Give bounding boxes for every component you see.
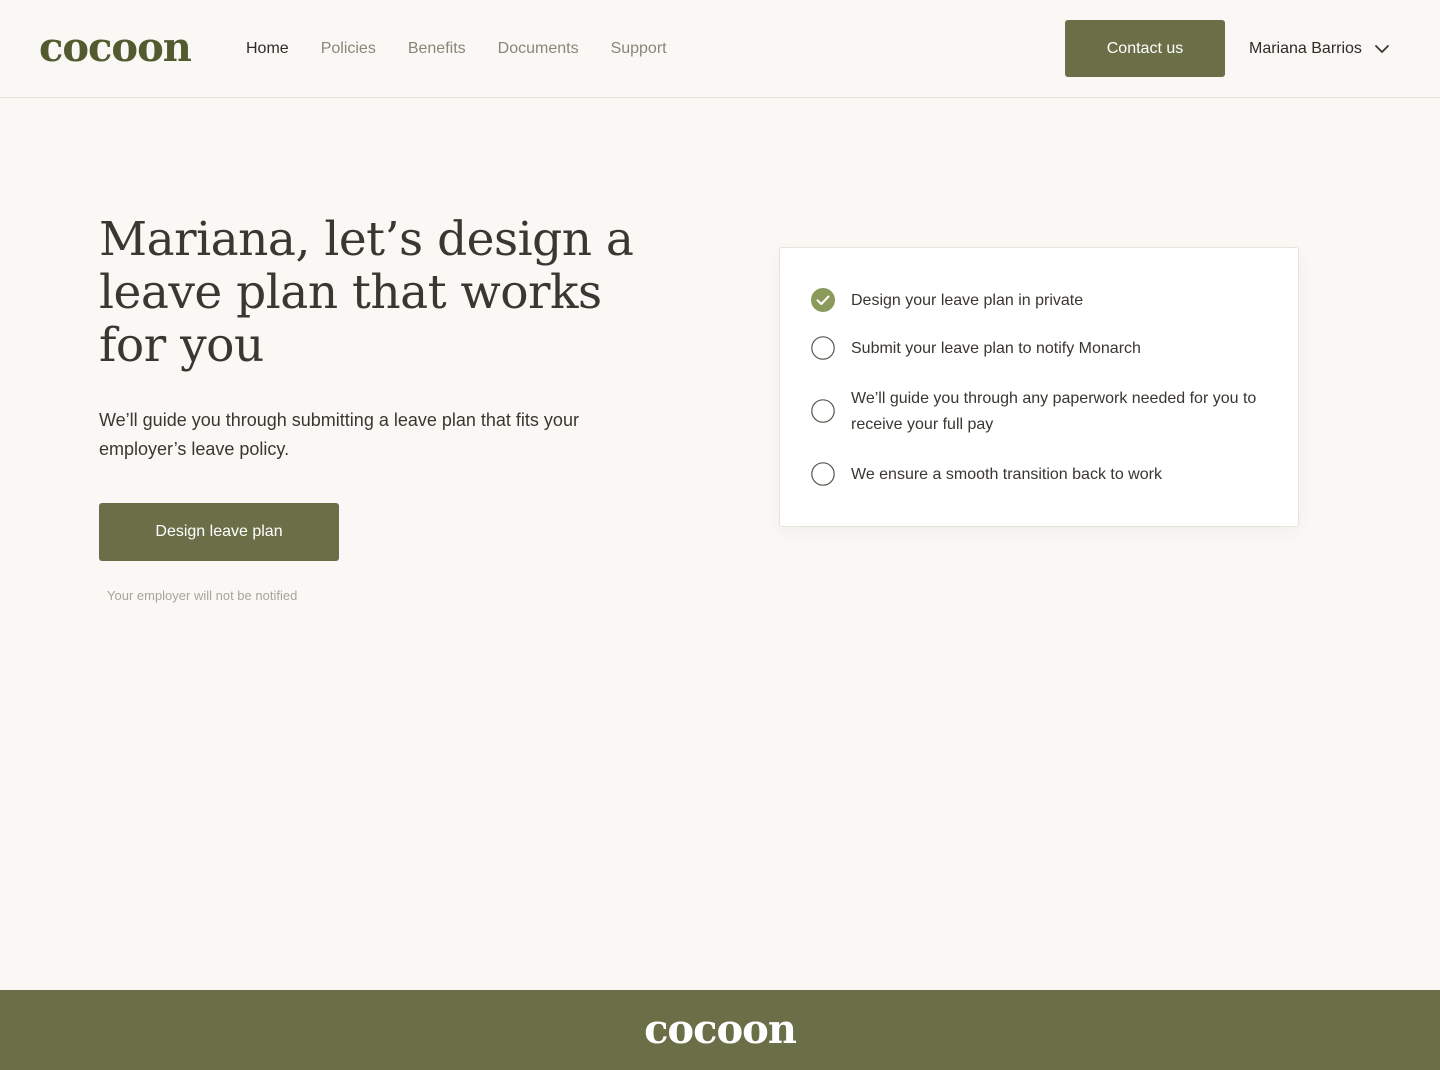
nav-documents[interactable]: Documents	[498, 38, 579, 60]
page-title: Mariana, let’s design a leave plan that …	[99, 212, 634, 373]
nav-policies[interactable]: Policies	[321, 38, 376, 60]
nav-support[interactable]: Support	[611, 38, 667, 60]
step-item: Submit your leave plan to notify Monarch	[811, 336, 1261, 362]
user-name: Mariana Barrios	[1249, 40, 1362, 57]
top-header: cocoon Home Policies Benefits Documents …	[0, 0, 1440, 98]
step-text: Design your leave plan in private	[851, 292, 1084, 309]
check-circle-icon	[811, 288, 835, 312]
chevron-down-icon	[1375, 45, 1389, 53]
step-item: Design your leave plan in private	[811, 288, 1261, 314]
contact-us-button[interactable]: Contact us	[1065, 20, 1225, 77]
hero-subtitle: We’ll guide you through submitting a lea…	[99, 410, 579, 459]
step-text: We ensure a smooth transition back to wo…	[851, 466, 1162, 483]
step-item: We ensure a smooth transition back to wo…	[811, 462, 1261, 488]
empty-circle-icon	[811, 399, 835, 423]
empty-circle-icon	[811, 336, 835, 360]
privacy-note: Your employer will not be notified	[107, 588, 298, 603]
nav-home[interactable]: Home	[246, 38, 289, 60]
step-text: We’ll guide you through any paperwork ne…	[851, 390, 1257, 433]
step-text: Submit your leave plan to notify Monarch	[851, 340, 1141, 357]
empty-circle-icon	[811, 462, 835, 486]
cocoon-logo[interactable]: cocoon	[39, 24, 192, 72]
steps-card: Design your leave plan in private Submit…	[779, 247, 1299, 527]
nav-benefits[interactable]: Benefits	[408, 38, 466, 60]
footer: cocoon	[0, 990, 1440, 1070]
user-menu[interactable]: Mariana Barrios	[1249, 38, 1390, 60]
step-item: We’ll guide you through any paperwork ne…	[811, 386, 1261, 438]
design-leave-plan-button[interactable]: Design leave plan	[99, 503, 339, 561]
footer-logo: cocoon	[644, 1006, 797, 1053]
main-nav: Home Policies Benefits Documents Support	[246, 38, 699, 60]
